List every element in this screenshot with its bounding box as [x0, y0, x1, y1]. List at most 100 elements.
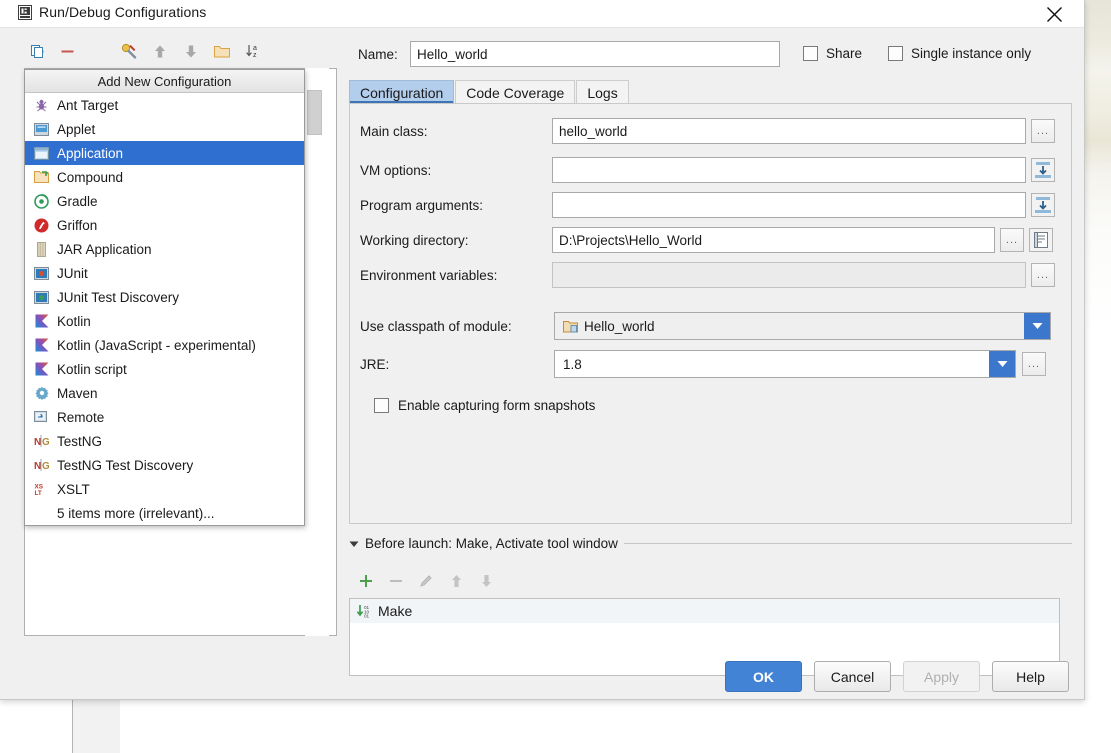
apply-button[interactable]: Apply: [903, 661, 980, 692]
popup-item-label: XSLT: [57, 481, 90, 497]
jre-label: JRE:: [360, 356, 390, 372]
vm-options-label: VM options:: [360, 162, 432, 178]
single-instance-checkbox-row[interactable]: Single instance only: [888, 46, 1031, 61]
popup-item-junit-test-discovery[interactable]: JUnit Test Discovery: [25, 285, 304, 309]
popup-item-applet[interactable]: Applet: [25, 117, 304, 141]
gradle-icon: [33, 193, 50, 209]
popup-item-application[interactable]: Application: [25, 141, 304, 165]
working-directory-label: Working directory:: [360, 232, 469, 248]
popup-item-testng-test-discovery[interactable]: N G TestNG Test Discovery: [25, 453, 304, 477]
ellipsis-icon[interactable]: ...: [1022, 352, 1046, 376]
run-debug-icon: [18, 5, 32, 20]
expand-editor-icon[interactable]: [1031, 158, 1055, 182]
single-instance-checkbox[interactable]: [888, 46, 903, 61]
popup-item-griffon[interactable]: Griffon: [25, 213, 304, 237]
popup-item-gradle[interactable]: Gradle: [25, 189, 304, 213]
popup-item-testng[interactable]: N G TestNG: [25, 429, 304, 453]
share-label: Share: [826, 46, 863, 61]
popup-item-label: Kotlin script: [57, 361, 127, 377]
sort-alphabetically-button[interactable]: a z: [240, 38, 266, 64]
popup-item-xslt[interactable]: XS LT XSLT: [25, 477, 304, 501]
remove-configuration-button[interactable]: [54, 38, 80, 64]
configuration-editor: Name: Share Single instance only Configu…: [348, 36, 1073, 676]
form-snapshots-row[interactable]: Enable capturing form snapshots: [374, 398, 595, 413]
before-launch-title: Before launch: Make, Activate tool windo…: [365, 536, 618, 551]
form-snapshots-checkbox[interactable]: [374, 398, 389, 413]
configurations-scrollbar[interactable]: [305, 68, 329, 636]
griffon-icon: [33, 217, 50, 233]
move-task-up-button[interactable]: [445, 570, 467, 592]
before-launch-row-label: Make: [378, 603, 413, 619]
tab-configuration[interactable]: Configuration: [349, 80, 455, 104]
popup-item-more[interactable]: 5 items more (irrelevant)...: [25, 501, 304, 525]
close-icon[interactable]: [1034, 0, 1074, 28]
popup-item-label: Remote: [57, 409, 105, 425]
popup-item-remote[interactable]: Remote: [25, 405, 304, 429]
ellipsis-icon[interactable]: ...: [1000, 228, 1024, 252]
jre-combo[interactable]: 1.8: [554, 350, 1016, 378]
module-icon: [563, 320, 578, 333]
help-button[interactable]: Help: [992, 661, 1069, 692]
svg-text:z: z: [253, 52, 257, 59]
before-launch-header[interactable]: Before launch: Make, Activate tool windo…: [349, 536, 1072, 551]
add-task-button[interactable]: [355, 570, 377, 592]
working-directory-input[interactable]: [552, 227, 995, 253]
popup-item-kotlin[interactable]: Kotlin: [25, 309, 304, 333]
classpath-module-value: Hello_world: [584, 318, 655, 334]
before-launch-section: Before launch: Make, Activate tool windo…: [349, 536, 1072, 676]
chevron-down-icon[interactable]: [1024, 313, 1050, 339]
ellipsis-icon[interactable]: ...: [1031, 119, 1055, 143]
edit-templates-button[interactable]: [116, 38, 142, 64]
before-launch-toolbar: [355, 566, 497, 596]
popup-item-junit[interactable]: JUnit: [25, 261, 304, 285]
jre-row: JRE: 1.8 ...: [360, 350, 1060, 378]
popup-item-label: JUnit: [57, 265, 88, 281]
scrollbar-thumb[interactable]: [307, 90, 322, 135]
background-editor-area: [120, 700, 1111, 753]
popup-item-jar-application[interactable]: JAR Application: [25, 237, 304, 261]
main-class-input[interactable]: [552, 118, 1026, 144]
popup-item-kotlin-script[interactable]: Kotlin script: [25, 357, 304, 381]
new-folder-button[interactable]: [209, 38, 235, 64]
kotlin-icon: [33, 313, 50, 329]
edit-task-button[interactable]: [415, 570, 437, 592]
chevron-down-icon[interactable]: [989, 351, 1015, 377]
cancel-button[interactable]: Cancel: [814, 661, 891, 692]
before-launch-row[interactable]: 01 10 01 Make: [350, 599, 1059, 623]
popup-item-label: Ant Target: [57, 97, 119, 113]
kotlin-icon: [33, 361, 50, 377]
ellipsis-icon[interactable]: ...: [1031, 263, 1055, 287]
expand-editor-icon[interactable]: [1031, 193, 1055, 217]
triangle-down-icon[interactable]: [349, 540, 359, 548]
jre-value: 1.8: [563, 356, 582, 372]
remove-task-button[interactable]: [385, 570, 407, 592]
copy-configuration-button[interactable]: [24, 38, 50, 64]
ant-icon: [33, 97, 50, 113]
share-checkbox[interactable]: [803, 46, 818, 61]
move-down-button[interactable]: [178, 38, 204, 64]
popup-item-label: Compound: [57, 169, 124, 185]
program-arguments-input[interactable]: [552, 192, 1026, 218]
popup-item-kotlin-javascript[interactable]: Kotlin (JavaScript - experimental): [25, 333, 304, 357]
tab-logs[interactable]: Logs: [576, 80, 629, 104]
testng-icon: N G: [33, 457, 50, 473]
classpath-module-row: Use classpath of module: Hello_world: [360, 312, 1060, 340]
tab-code-coverage[interactable]: Code Coverage: [455, 80, 576, 104]
share-checkbox-row[interactable]: Share: [803, 46, 862, 61]
classpath-module-combo[interactable]: Hello_world: [554, 312, 1051, 340]
popup-item-label: JUnit Test Discovery: [57, 289, 180, 305]
main-class-row: Main class: ...: [360, 118, 1060, 144]
vm-options-input[interactable]: [552, 157, 1026, 183]
ok-button[interactable]: OK: [725, 661, 802, 692]
environment-variables-input[interactable]: [552, 262, 1026, 288]
jar-icon: [33, 241, 50, 257]
move-up-button[interactable]: [147, 38, 173, 64]
popup-item-compound[interactable]: Compound: [25, 165, 304, 189]
popup-item-ant-target[interactable]: Ant Target: [25, 93, 304, 117]
move-task-down-button[interactable]: [475, 570, 497, 592]
popup-item-maven[interactable]: Maven: [25, 381, 304, 405]
testng-icon: N G: [33, 433, 50, 449]
name-input[interactable]: [410, 41, 780, 67]
macros-icon[interactable]: [1029, 228, 1053, 252]
section-divider: [623, 543, 1072, 544]
